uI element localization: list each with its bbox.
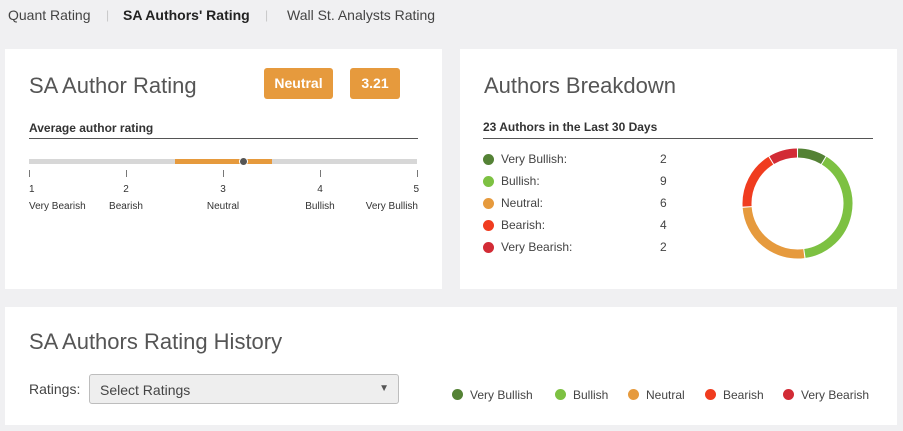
donut-slice-neutral [742, 206, 805, 259]
tab-sa-authors-rating[interactable]: SA Authors' Rating [123, 7, 250, 23]
legend-item: Very Bullish: 2 [483, 151, 673, 167]
donut-slice-very-bullish [797, 148, 826, 165]
legend-label: Very Bullish: [501, 152, 568, 166]
rating-label-badge: Neutral [264, 68, 333, 99]
authors-donut-chart [742, 148, 853, 259]
card-title: Authors Breakdown [484, 73, 676, 98]
rating-scale-track [29, 157, 417, 166]
sa-author-rating-card: SA Author Rating Neutral 3.21 Average au… [5, 49, 442, 289]
legend-dot-icon [628, 389, 639, 400]
legend-dot-icon [483, 176, 494, 187]
legend-dot-icon [555, 389, 566, 400]
ratings-label: Ratings: [29, 381, 81, 397]
legend-dot-icon [783, 389, 794, 400]
scale-tick [320, 170, 321, 177]
legend-count: 6 [660, 196, 667, 210]
legend-item: Bearish: 4 [483, 217, 673, 233]
legend-label: Neutral [646, 388, 685, 402]
scale-tick [417, 170, 418, 177]
scale-tick [126, 170, 127, 177]
divider [483, 138, 873, 139]
tab-separator: | [106, 8, 110, 22]
legend-label: Bullish: [501, 174, 540, 188]
scale-tick [29, 170, 30, 177]
rating-score-badge: 3.21 [350, 68, 400, 99]
legend-dot-icon [483, 220, 494, 231]
scale-tick-number: 2 [123, 184, 129, 195]
legend-count: 2 [660, 240, 667, 254]
legend-dot-icon [483, 198, 494, 209]
rating-tabs: Quant Rating | SA Authors' Rating | Wall… [0, 0, 903, 36]
card-title: SA Author Rating [29, 73, 197, 98]
legend-label: Very Bearish: [501, 240, 573, 254]
legend-label: Bearish: [501, 218, 546, 232]
rating-marker [238, 157, 248, 166]
authors-count-subtitle: 23 Authors in the Last 30 Days [483, 120, 658, 134]
legend-dot-icon [483, 242, 494, 253]
legend-label: Very Bearish [801, 388, 870, 402]
scale-tick-label: Very Bullish [365, 201, 418, 212]
legend-label: Very Bullish [470, 388, 533, 402]
scale-tick-number: 4 [317, 184, 323, 195]
scale-tick-number: 5 [413, 184, 419, 195]
scale-tick-label: Bearish [109, 201, 143, 212]
tab-quant-rating[interactable]: Quant Rating [8, 7, 91, 23]
legend-label: Bullish [573, 388, 609, 402]
legend-item: Very Bearish: 2 [483, 239, 673, 255]
authors-breakdown-card: Authors Breakdown 23 Authors in the Last… [460, 49, 897, 289]
donut-slice-very-bearish [769, 148, 798, 165]
legend-dot-icon [452, 389, 463, 400]
legend-dot-icon [483, 154, 494, 165]
scale-tick-number: 1 [29, 184, 35, 195]
legend-item: Neutral: 6 [483, 195, 673, 211]
scale-tick-label: Neutral [206, 201, 240, 212]
rating-history-card: SA Authors Rating History Ratings: Selec… [5, 307, 897, 425]
card-title: SA Authors Rating History [29, 329, 283, 354]
divider [29, 138, 418, 139]
rating-range-band [174, 159, 272, 164]
scale-tick-label: Bullish [305, 201, 335, 212]
legend-count: 2 [660, 152, 667, 166]
chevron-down-icon: ▼ [379, 383, 389, 394]
legend-dot-icon [705, 389, 716, 400]
legend-item: Bullish: 9 [483, 173, 673, 189]
select-ratings-placeholder: Select Ratings [100, 382, 191, 398]
scale-tick [223, 170, 224, 177]
donut-slice-bullish [804, 156, 853, 258]
legend-count: 9 [660, 174, 667, 188]
legend-count: 4 [660, 218, 667, 232]
legend-label: Neutral: [501, 196, 544, 210]
tab-separator: | [265, 8, 269, 22]
tab-wall-st-analysts-rating[interactable]: Wall St. Analysts Rating [287, 7, 435, 23]
donut-slice-bearish [742, 156, 774, 207]
average-author-rating-label: Average author rating [29, 121, 154, 135]
scale-tick-number: 3 [220, 184, 226, 195]
select-ratings-dropdown[interactable]: Select Ratings ▼ [89, 374, 399, 404]
scale-tick-label: Very Bearish [29, 201, 86, 212]
legend-label: Bearish [723, 388, 764, 402]
